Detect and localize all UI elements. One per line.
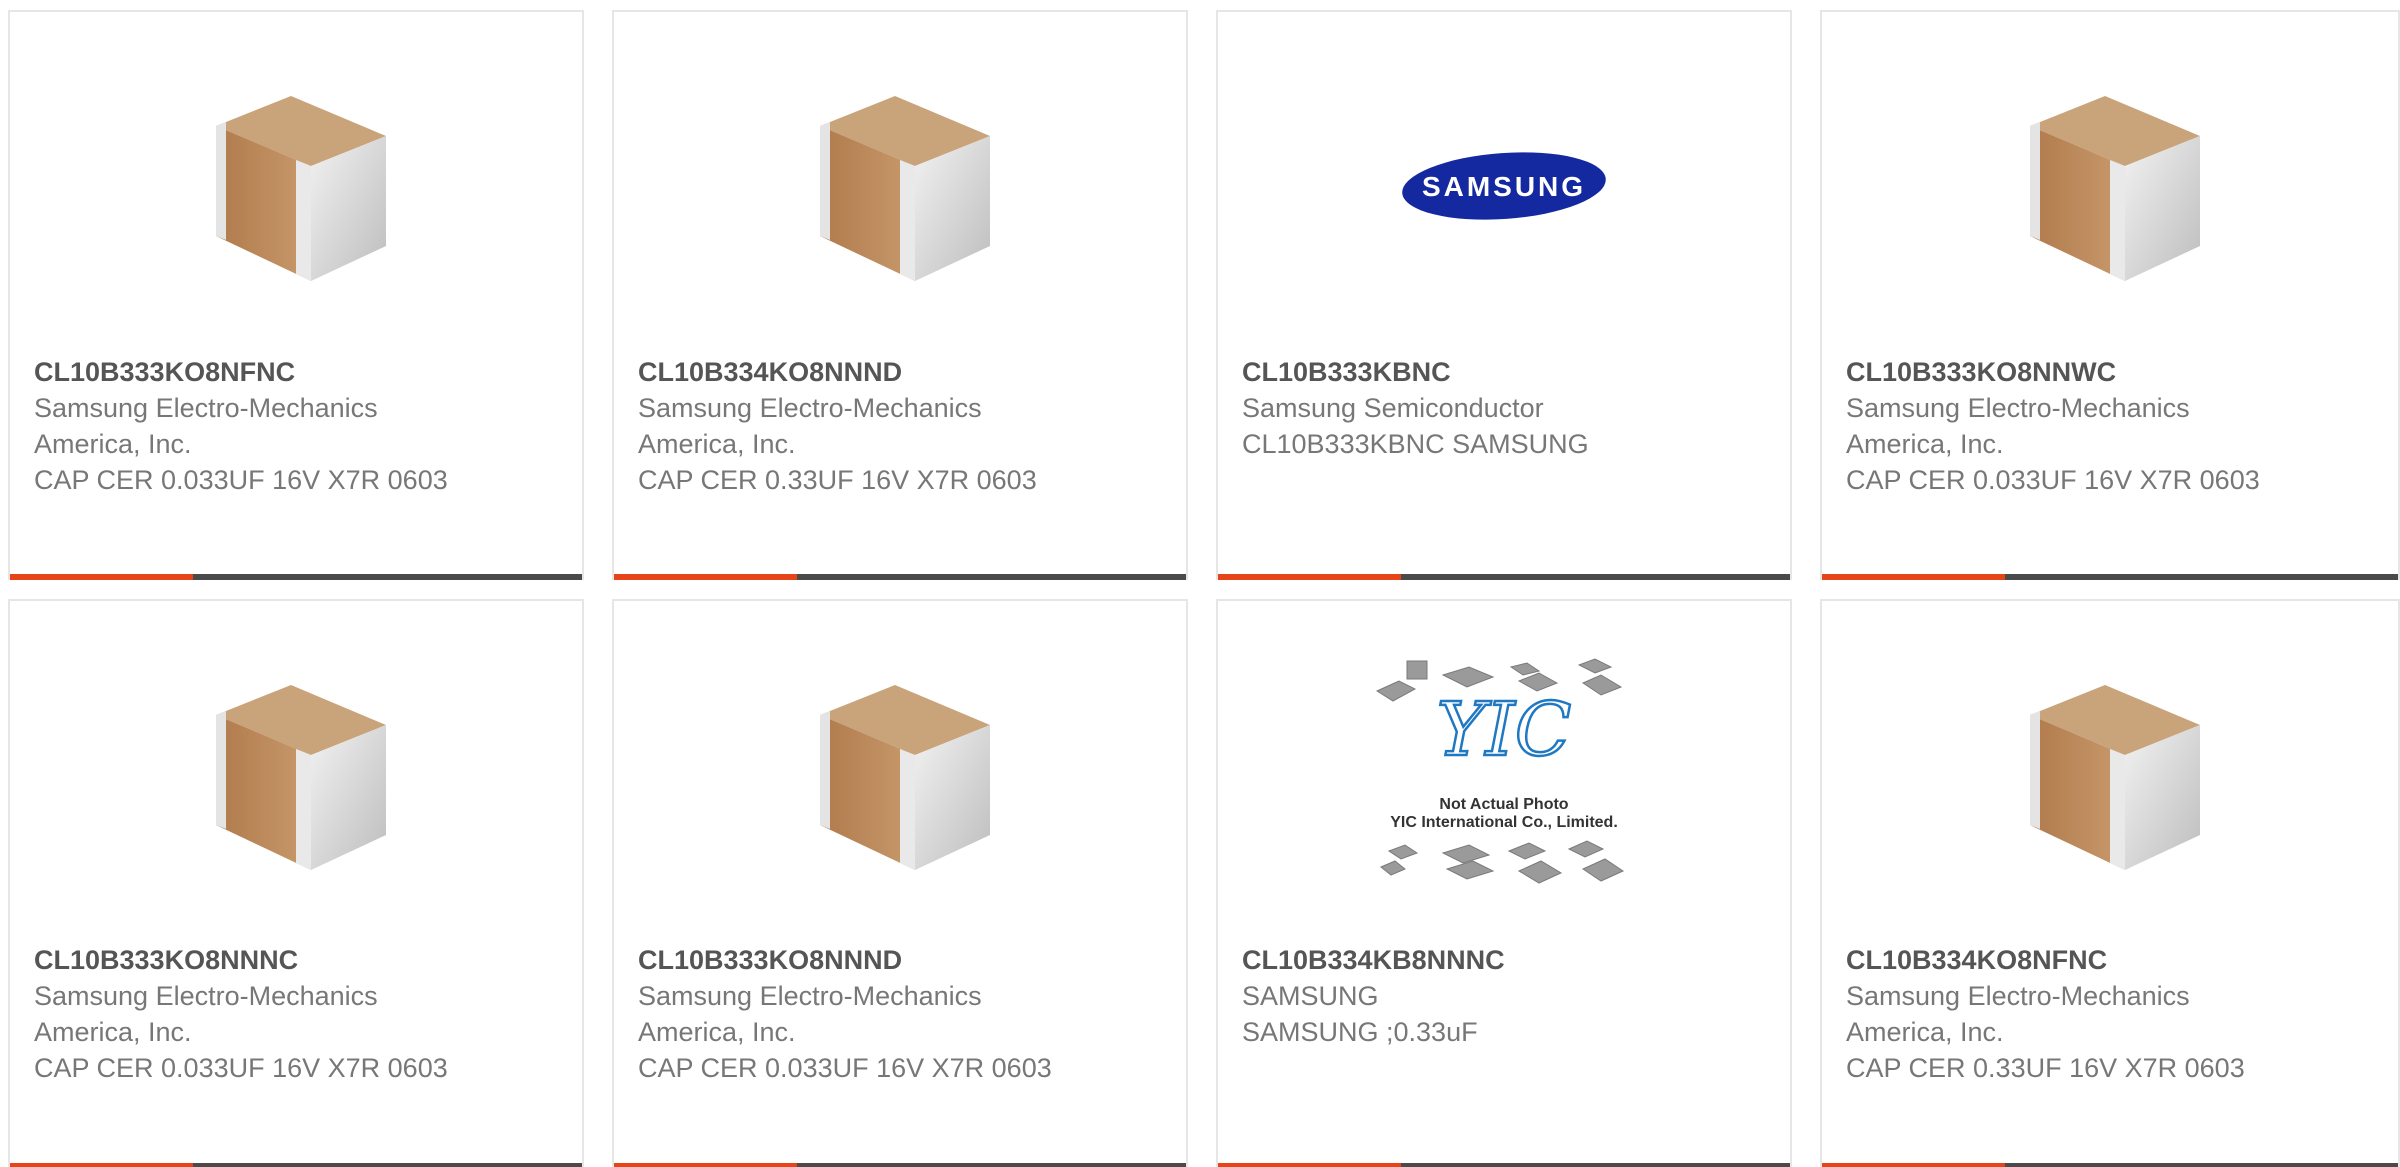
product-info: CL10B333KO8NFNC Samsung Electro-Mechanic…	[34, 354, 464, 498]
card-accent-bar	[10, 574, 193, 580]
card-accent-bar	[10, 1163, 193, 1167]
product-info: CL10B333KO8NNNC Samsung Electro-Mechanic…	[34, 942, 464, 1086]
product-info: CL10B334KO8NNND Samsung Electro-Mechanic…	[638, 354, 1068, 498]
product-info: CL10B333KO8NNWC Samsung Electro-Mechanic…	[1846, 354, 2276, 498]
product-description: CAP CER 0.033UF 16V X7R 0603	[638, 1053, 1052, 1083]
card-bottom-bar	[10, 1163, 582, 1167]
chip-capacitor-icon	[820, 685, 990, 870]
manufacturer-name: Samsung Electro-Mechanics America, Inc.	[1846, 981, 2190, 1047]
part-number-link[interactable]: CL10B333KO8NNND	[638, 942, 1068, 978]
manufacturer-name: SAMSUNG	[1242, 981, 1379, 1011]
part-number-link[interactable]: CL10B334KB8NNNC	[1242, 942, 1672, 978]
card-accent-bar	[1822, 574, 2005, 580]
part-number-link[interactable]: CL10B333KO8NNNC	[34, 942, 464, 978]
card-accent-bar	[1218, 1163, 1401, 1167]
chip-capacitor-icon	[2030, 685, 2200, 870]
card-bottom-bar	[1822, 1163, 2398, 1167]
card-bottom-bar	[10, 574, 582, 580]
card-accent-bar	[614, 1163, 797, 1167]
product-info: CL10B334KB8NNNC SAMSUNG SAMSUNG ;0.33uF	[1242, 942, 1672, 1050]
product-info: CL10B333KBNC Samsung Semiconductor CL10B…	[1242, 354, 1672, 462]
chip-capacitor-icon	[820, 96, 990, 281]
product-description: CAP CER 0.033UF 16V X7R 0603	[34, 465, 448, 495]
product-info: CL10B333KO8NNND Samsung Electro-Mechanic…	[638, 942, 1068, 1086]
product-card[interactable]: CL10B333KO8NNWC Samsung Electro-Mechanic…	[1820, 10, 2400, 580]
chip-capacitor-icon	[216, 685, 386, 870]
samsung-logo-icon: SAMSUNG	[1402, 152, 1606, 220]
product-description: SAMSUNG ;0.33uF	[1242, 1017, 1478, 1047]
chip-capacitor-image	[1822, 66, 2398, 306]
not-actual-photo-text: Not Actual Photo	[1439, 796, 1568, 813]
product-description: CAP CER 0.033UF 16V X7R 0603	[34, 1053, 448, 1083]
product-grid: CL10B333KO8NFNC Samsung Electro-Mechanic…	[0, 0, 2400, 1167]
product-card[interactable]: YIC Not Actual Photo YIC International C…	[1216, 599, 1792, 1167]
card-bottom-bar	[1822, 574, 2398, 580]
chip-capacitor-image	[614, 655, 1186, 895]
chip-capacitor-image	[10, 66, 582, 306]
product-description: CAP CER 0.033UF 16V X7R 0603	[1846, 465, 2260, 495]
manufacturer-name: Samsung Semiconductor	[1242, 393, 1544, 423]
part-number-link[interactable]: CL10B333KO8NFNC	[34, 354, 464, 390]
manufacturer-name: Samsung Electro-Mechanics America, Inc.	[34, 393, 378, 459]
chip-capacitor-icon	[2030, 96, 2200, 281]
manufacturer-name: Samsung Electro-Mechanics America, Inc.	[1846, 393, 2190, 459]
manufacturer-name: Samsung Electro-Mechanics America, Inc.	[638, 981, 982, 1047]
yic-logo-text: YIC	[1437, 687, 1572, 773]
product-card[interactable]: SAMSUNG CL10B333KBNC Samsung Semiconduct…	[1216, 10, 1792, 580]
chip-capacitor-image	[10, 655, 582, 895]
product-card[interactable]: CL10B333KO8NFNC Samsung Electro-Mechanic…	[8, 10, 584, 580]
card-accent-bar	[1218, 574, 1401, 580]
card-bottom-bar	[1218, 1163, 1790, 1167]
card-bottom-bar	[1218, 574, 1790, 580]
not-actual-photo-icon: YIC Not Actual Photo YIC International C…	[1375, 658, 1625, 884]
product-description: CL10B333KBNC SAMSUNG	[1242, 429, 1589, 459]
product-card[interactable]: CL10B334KO8NFNC Samsung Electro-Mechanic…	[1820, 599, 2400, 1167]
part-number-link[interactable]: CL10B334KO8NFNC	[1846, 942, 2276, 978]
product-description: CAP CER 0.33UF 16V X7R 0603	[638, 465, 1037, 495]
chip-capacitor-image	[614, 66, 1186, 306]
part-number-link[interactable]: CL10B333KBNC	[1242, 354, 1672, 390]
chip-capacitor-icon	[216, 96, 386, 281]
product-description: CAP CER 0.33UF 16V X7R 0603	[1846, 1053, 2245, 1083]
card-bottom-bar	[614, 1163, 1186, 1167]
product-card[interactable]: CL10B334KO8NNND Samsung Electro-Mechanic…	[612, 10, 1188, 580]
samsung-logo-text: SAMSUNG	[1422, 171, 1586, 202]
part-number-link[interactable]: CL10B334KO8NNND	[638, 354, 1068, 390]
yic-placeholder-image: YIC Not Actual Photo YIC International C…	[1218, 655, 1790, 895]
card-accent-bar	[614, 574, 797, 580]
product-info: CL10B334KO8NFNC Samsung Electro-Mechanic…	[1846, 942, 2276, 1086]
manufacturer-name: Samsung Electro-Mechanics America, Inc.	[638, 393, 982, 459]
part-number-link[interactable]: CL10B333KO8NNWC	[1846, 354, 2276, 390]
chip-capacitor-image	[1822, 655, 2398, 895]
samsung-logo-image: SAMSUNG	[1218, 66, 1790, 306]
manufacturer-name: Samsung Electro-Mechanics America, Inc.	[34, 981, 378, 1047]
card-bottom-bar	[614, 574, 1186, 580]
yic-company-text: YIC International Co., Limited.	[1390, 814, 1618, 831]
product-card[interactable]: CL10B333KO8NNND Samsung Electro-Mechanic…	[612, 599, 1188, 1167]
product-card[interactable]: CL10B333KO8NNNC Samsung Electro-Mechanic…	[8, 599, 584, 1167]
card-accent-bar	[1822, 1163, 2005, 1167]
